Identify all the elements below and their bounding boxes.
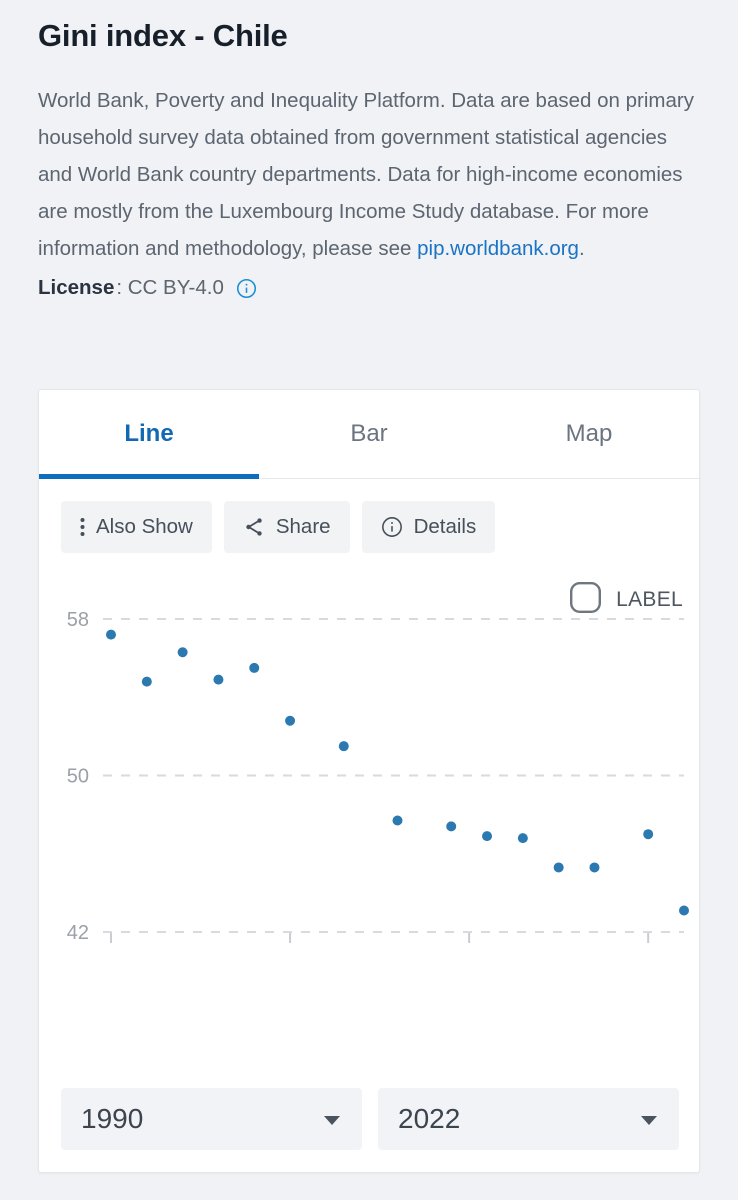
chart-y-tick-labels: 58 50 42 <box>67 609 89 944</box>
also-show-label: Also Show <box>96 515 193 538</box>
end-year-value: 2022 <box>398 1103 461 1134</box>
description-tail: . <box>578 237 585 260</box>
header: Gini index - Chile World Bank, Poverty a… <box>0 0 738 305</box>
chart-x-tick-marks <box>110 933 650 943</box>
line-chart: 58 50 42 LABEL <box>39 559 700 1059</box>
y-tick-label: 50 <box>67 766 89 788</box>
description-body: World Bank, Poverty and Inequality Platf… <box>38 89 694 260</box>
chevron-down-icon <box>641 1116 657 1125</box>
info-circle-icon <box>381 516 403 538</box>
tab-line[interactable]: Line <box>39 390 259 478</box>
y-tick-label: 58 <box>67 609 89 631</box>
share-icon <box>243 516 265 538</box>
legend-label: LABEL <box>616 588 683 611</box>
chart-data-point[interactable] <box>249 662 260 673</box>
tab-line-label: Line <box>124 420 174 447</box>
chart-gridlines <box>103 618 684 933</box>
active-tab-indicator <box>39 474 259 479</box>
chart-data-point[interactable] <box>177 647 188 658</box>
chart-toolbar: Also Show Share Details <box>39 479 699 553</box>
chart-data-point[interactable] <box>106 629 116 640</box>
chart-data-point[interactable] <box>141 676 152 687</box>
tab-map[interactable]: Map <box>479 390 699 478</box>
chart-data-point[interactable] <box>679 905 689 916</box>
chart-data-point[interactable] <box>446 821 457 832</box>
chart-data-point[interactable] <box>392 815 403 826</box>
chart-data-point[interactable] <box>553 862 564 873</box>
chevron-down-icon <box>324 1116 340 1125</box>
chart-data-point[interactable] <box>643 829 654 840</box>
license-label: License <box>38 276 115 299</box>
page-title: Gini index - Chile <box>38 18 288 53</box>
chart-data-point[interactable] <box>517 833 528 844</box>
chart-data-point[interactable] <box>338 741 349 752</box>
end-year-select[interactable]: 2022 <box>378 1088 679 1150</box>
page-root: Gini index - Chile World Bank, Poverty a… <box>0 0 738 1200</box>
tab-bar-label: Bar <box>350 420 388 447</box>
chart-data-points[interactable] <box>106 629 689 916</box>
also-show-button[interactable]: Also Show <box>61 501 212 553</box>
rounded-square-outline-icon[interactable] <box>569 581 602 619</box>
chart-data-point[interactable] <box>213 674 224 685</box>
start-year-select[interactable]: 1990 <box>61 1088 362 1150</box>
license-value: : CC BY-4.0 <box>116 276 224 299</box>
start-year-value: 1990 <box>81 1103 144 1134</box>
license-row: License : CC BY-4.0 <box>38 271 700 305</box>
chart-legend[interactable]: LABEL <box>569 581 683 619</box>
vertical-dots-icon <box>80 517 85 537</box>
details-button[interactable]: Details <box>361 501 496 553</box>
y-tick-label: 42 <box>67 922 89 944</box>
chart-data-point[interactable] <box>285 715 296 726</box>
chart-data-point[interactable] <box>482 831 493 842</box>
tab-bar[interactable]: Bar <box>259 390 479 478</box>
share-label: Share <box>275 515 331 538</box>
share-button[interactable]: Share <box>223 501 350 553</box>
description-text: World Bank, Poverty and Inequality Platf… <box>38 82 700 267</box>
pip-worldbank-link[interactable]: pip.worldbank.org <box>417 237 579 260</box>
chart-view-tabs: Line Bar Map <box>39 390 699 479</box>
chart-canvas[interactable]: 58 50 42 <box>39 559 700 1059</box>
details-label: Details <box>413 515 477 538</box>
year-range-controls: 1990 2022 <box>39 1088 699 1150</box>
info-circle-icon[interactable] <box>236 278 257 299</box>
tab-map-label: Map <box>565 420 613 447</box>
chart-data-point[interactable] <box>589 862 600 873</box>
chart-card: Line Bar Map Also Show Share Details 58 … <box>38 389 700 1173</box>
